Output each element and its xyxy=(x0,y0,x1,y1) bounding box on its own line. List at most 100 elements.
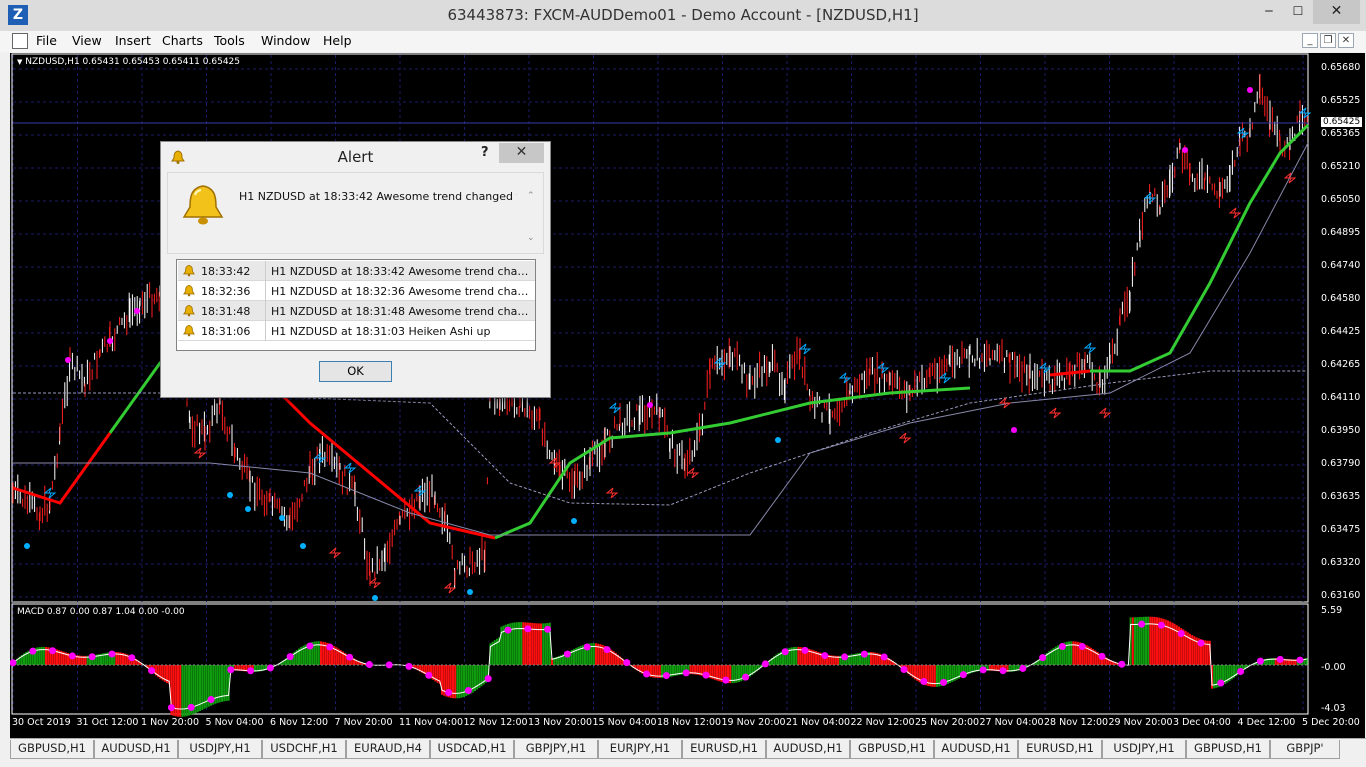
symbol-tab[interactable]: GBPUSD,H1 xyxy=(1186,740,1270,759)
price-axis-label: 0.63160 xyxy=(1321,590,1361,601)
signal-dot xyxy=(775,437,781,443)
symbol-tab[interactable]: GBPUSD,H1 xyxy=(850,740,934,759)
time-axis-label: 15 Nov 04:00 xyxy=(592,717,657,728)
symbol-tab[interactable]: AUDUSD,H1 xyxy=(766,740,850,759)
macd-signal-dot xyxy=(247,667,255,675)
price-axis-label: 0.64580 xyxy=(1321,293,1361,304)
macd-signal-dot xyxy=(999,667,1007,675)
macd-signal-dot xyxy=(68,652,76,660)
menu-insert[interactable]: Insert xyxy=(115,33,151,48)
buy-arrow xyxy=(343,462,357,474)
chart-window-icon[interactable] xyxy=(12,33,28,49)
macd-signal-dot xyxy=(425,671,433,679)
alert-text: H1 NZDUSD at 18:33:42 Awesome trend chan… xyxy=(271,265,533,278)
macd-signal-dot xyxy=(1138,620,1146,628)
alert-text: H1 NZDUSD at 18:31:03 Heiken Ashi up xyxy=(271,325,491,338)
minimize-button[interactable]: ‒ xyxy=(1255,0,1283,24)
alert-row[interactable]: 18:32:36 H1 NZDUSD at 18:32:36 Awesome tr… xyxy=(178,281,535,301)
time-axis-label: 31 Oct 12:00 xyxy=(76,717,139,728)
macd-signal-dot xyxy=(1217,679,1225,687)
macd-signal-dot xyxy=(445,688,453,696)
sell-arrow xyxy=(686,467,700,479)
sell-arrow xyxy=(1048,407,1062,419)
menu-tools[interactable]: Tools xyxy=(214,33,245,48)
macd-signal-dot xyxy=(1256,657,1264,665)
macd-signal-dot xyxy=(563,650,571,658)
sell-arrow xyxy=(998,397,1012,409)
price-axis-label: 0.65525 xyxy=(1321,95,1361,106)
macd-signal-dot xyxy=(841,653,849,661)
symbol-tab[interactable]: AUDUSD,H1 xyxy=(934,740,1018,759)
maximize-button[interactable]: ☐ xyxy=(1284,0,1312,24)
mdi-close-button[interactable]: ✕ xyxy=(1338,33,1354,48)
price-axis-label: 0.63320 xyxy=(1321,557,1361,568)
macd-signal-dot xyxy=(1019,664,1027,672)
macd-axis-label: 5.59 xyxy=(1321,605,1343,616)
column-divider xyxy=(265,321,266,341)
mdi-restore-button[interactable]: ❐ xyxy=(1320,33,1336,48)
symbol-tab[interactable]: GBPJP' xyxy=(1270,740,1340,759)
macd-signal-dot xyxy=(603,646,611,654)
macd-signal-dot xyxy=(920,678,928,686)
symbol-tab[interactable]: USDJPY,H1 xyxy=(178,740,262,759)
symbol-tab[interactable]: EURAUD,H4 xyxy=(346,740,430,759)
time-axis-label: 18 Nov 12:00 xyxy=(657,717,722,728)
macd-signal-dot xyxy=(544,625,552,633)
macd-signal-dot xyxy=(29,647,37,655)
macd-signal-dot xyxy=(1177,630,1185,638)
signal-dot xyxy=(134,308,140,314)
alert-row[interactable]: 18:31:48 H1 NZDUSD at 18:31:48 Awesome tr… xyxy=(178,301,535,321)
time-axis-label: 4 Dec 12:00 xyxy=(1237,717,1296,728)
symbol-tab[interactable]: USDCAD,H1 xyxy=(430,740,514,759)
alert-row[interactable]: 18:31:06 H1 NZDUSD at 18:31:03 Heiken Ash… xyxy=(178,321,535,341)
menu-help[interactable]: Help xyxy=(323,33,352,48)
ma-line-up xyxy=(494,386,971,540)
scroll-down-icon[interactable]: ⌄ xyxy=(527,233,535,243)
time-axis-label: 30 Oct 2019 xyxy=(12,717,71,728)
alert-row[interactable]: 18:33:42 H1 NZDUSD at 18:33:42 Awesome tr… xyxy=(178,261,535,281)
bell-icon xyxy=(183,304,195,317)
macd-signal-dot xyxy=(1197,639,1205,647)
menu-view[interactable]: View xyxy=(72,33,102,48)
scroll-up-icon[interactable]: ⌃ xyxy=(527,191,535,201)
signal-dot xyxy=(467,589,473,595)
ok-button[interactable]: OK xyxy=(319,361,392,382)
sell-arrow xyxy=(1283,172,1297,184)
menu-file[interactable]: File xyxy=(36,33,57,48)
symbol-tab[interactable]: USDCHF,H1 xyxy=(262,740,346,759)
macd-signal-dot xyxy=(49,647,57,655)
mdi-minimize-button[interactable]: _ xyxy=(1302,33,1318,48)
alert-history-list[interactable]: 18:33:42 H1 NZDUSD at 18:33:42 Awesome tr… xyxy=(176,259,536,351)
symbol-tab[interactable]: GBPJPY,H1 xyxy=(514,740,598,759)
time-axis-label: 28 Nov 12:00 xyxy=(1044,717,1109,728)
help-button[interactable]: ? xyxy=(481,145,489,160)
price-axis-label: 0.63635 xyxy=(1321,491,1361,502)
signal-dot xyxy=(107,338,113,344)
close-button[interactable]: ✕ xyxy=(1313,0,1360,24)
macd-signal-dot xyxy=(346,653,354,661)
symbol-tab[interactable]: EURUSD,H1 xyxy=(682,740,766,759)
symbol-tab[interactable]: AUDUSD,H1 xyxy=(94,740,178,759)
macd-signal-dot xyxy=(1058,643,1066,651)
signal-dot xyxy=(227,492,233,498)
macd-signal-dot xyxy=(306,642,314,650)
macd-signal-dot xyxy=(88,653,96,661)
menu-window[interactable]: Window xyxy=(261,33,310,48)
signal-dot xyxy=(1182,147,1188,153)
time-axis-label: 19 Nov 20:00 xyxy=(721,717,786,728)
symbol-tab[interactable]: USDJPY,H1 xyxy=(1102,740,1186,759)
symbol-tab[interactable]: EURJPY,H1 xyxy=(598,740,682,759)
macd-signal-dot xyxy=(504,626,512,634)
column-divider xyxy=(265,281,266,301)
symbol-tab[interactable]: EURUSD,H1 xyxy=(1018,740,1102,759)
macd-signal-dot xyxy=(821,652,829,660)
macd-signal-dot xyxy=(722,676,730,684)
chart-info-label: ▼ NZDUSD,H1 0.65431 0.65453 0.65411 0.65… xyxy=(17,57,240,67)
alert-close-button[interactable]: ✕ xyxy=(499,143,544,163)
macd-signal-dot xyxy=(286,653,294,661)
symbol-tab[interactable]: GBPUSD,H1 xyxy=(10,740,94,759)
alert-title: Alert xyxy=(337,148,374,166)
menu-charts[interactable]: Charts xyxy=(162,33,203,48)
macd-signal-dot xyxy=(167,704,175,712)
time-axis-label: 12 Nov 12:00 xyxy=(463,717,528,728)
